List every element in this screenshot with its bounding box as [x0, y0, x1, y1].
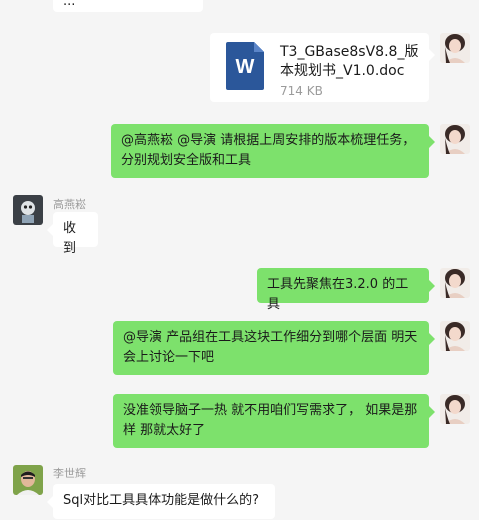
message-bubble-self[interactable]: 没准领导脑子一热 就不用咱们写需求了， 如果是那 样 那就太好了: [113, 394, 435, 448]
sender-name: 高燕崧: [53, 198, 86, 211]
partial-text: ...: [63, 0, 76, 9]
file-corner-fold: [254, 42, 264, 52]
message-text-line: 分别规划安全版和工具: [121, 153, 252, 168]
message-text-line: 样 那就太好了: [123, 423, 206, 438]
self-avatar[interactable]: [440, 394, 470, 424]
file-name-line1: T3_GBase8sV8.8_版: [280, 44, 419, 60]
file-size: 714 KB: [280, 84, 323, 98]
message-bubble-self[interactable]: 工具先聚焦在3.2.0 的工具: [257, 268, 435, 312]
message-text: 收到: [63, 221, 77, 256]
message-text-line: 没准领导脑子一热 就不用咱们写需求了， 如果是那: [123, 403, 418, 418]
self-avatar[interactable]: [440, 33, 470, 63]
word-file-icon: W: [226, 42, 264, 90]
file-message[interactable]: W T3_GBase8sV8.8_版 本规划书_V1.0.doc 714 KB: [210, 33, 435, 102]
message-text-line: @高燕崧 @导演 请根据上周安排的版本梳理任务，: [121, 133, 416, 148]
self-avatar[interactable]: [440, 124, 470, 154]
message-bubble-other[interactable]: Sql对比工具具体功能是做什么的?: [47, 484, 275, 519]
contact-avatar[interactable]: [13, 465, 43, 495]
message-bubble-self[interactable]: @导演 产品组在工具这块工作细分到哪个层面 明天 会上讨论一下吧: [113, 321, 435, 375]
self-avatar[interactable]: [440, 268, 470, 298]
message-text-line: @导演 产品组在工具这块工作细分到哪个层面 明天: [123, 330, 418, 345]
message-bubble-self[interactable]: @高燕崧 @导演 请根据上周安排的版本梳理任务， 分别规划安全版和工具: [111, 124, 435, 178]
message-text: 工具先聚焦在3.2.0 的工具: [267, 277, 409, 312]
word-icon-letter: W: [235, 56, 255, 78]
file-name-line2: 本规划书_V1.0.doc: [280, 63, 405, 79]
sender-name: 李世辉: [53, 467, 86, 480]
self-avatar[interactable]: [440, 321, 470, 351]
message-text-line: 会上讨论一下吧: [123, 350, 215, 365]
message-text: Sql对比工具具体功能是做什么的?: [63, 493, 260, 508]
contact-avatar[interactable]: [13, 195, 43, 225]
message-bubble-partial: ...: [53, 0, 203, 12]
message-bubble-other[interactable]: 收到: [47, 212, 98, 256]
